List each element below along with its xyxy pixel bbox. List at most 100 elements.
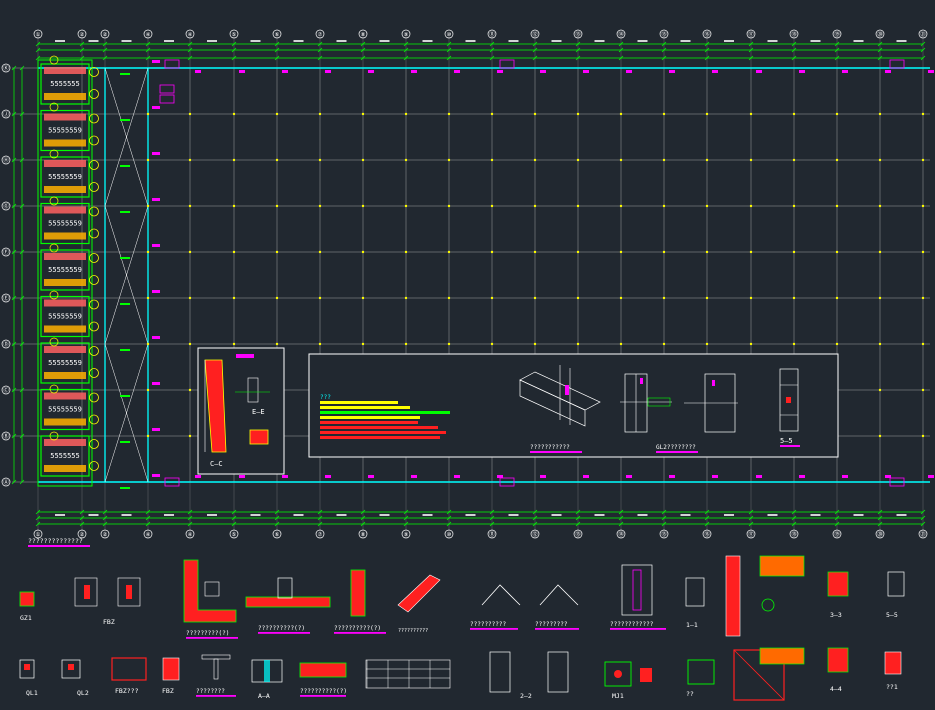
- annotation-cluster: [889, 59, 905, 69]
- stair-cell-hatch-b: [44, 232, 86, 240]
- grid-node: [275, 296, 279, 300]
- detail-label-qq: ??: [686, 690, 694, 698]
- fbz2-section: [111, 657, 147, 681]
- dimension-text-mark: [207, 514, 217, 516]
- grid-node: [404, 158, 408, 162]
- axis-bubble-top-text: ⑭: [618, 30, 624, 38]
- stair-cell-text: 55555559: [48, 406, 82, 414]
- grid-node: [146, 342, 150, 346]
- axis-bubble-top-text: ⑩: [447, 31, 452, 38]
- detail-underline: [610, 628, 666, 630]
- stair-cell-text: 55555559: [48, 313, 82, 321]
- grid-node: [921, 342, 925, 346]
- grid-node: [619, 296, 623, 300]
- annotation-mark-left: [152, 244, 160, 247]
- cad-drawing-canvas: ①①②②②②④④④④⑤⑤⑥⑥⑦⑦⑧⑧⑨⑨⑩⑩⑪⑪⑫⑫⑬⑬⑭⑭⑮⑮⑯⑯⑰⑰⑱⑱⑲⑲…: [1, 29, 934, 701]
- annotation-mark: [756, 70, 762, 73]
- beam3-flange: [201, 654, 231, 660]
- grid-node: [490, 342, 494, 346]
- stair-bubble: [89, 206, 99, 217]
- stair-bubble: [89, 135, 99, 146]
- axis-bubble-bottom-text: ⑮: [661, 530, 667, 538]
- grid-node: [361, 250, 365, 254]
- annotation-cluster: [159, 94, 175, 104]
- annotation-mark: [497, 475, 503, 478]
- stair-bubble: [89, 414, 99, 425]
- annotation-mark: [368, 70, 374, 73]
- note-line-7: [320, 431, 446, 434]
- grid-node: [835, 158, 839, 162]
- haunch-orange-b: [759, 647, 805, 665]
- annotation-mark: [411, 70, 417, 73]
- axis-bubble-bottom-text: ⑬: [575, 530, 581, 538]
- axis-bubble-top-text: ⑨: [404, 31, 409, 38]
- grid-node: [878, 434, 882, 438]
- annotation-mark: [928, 475, 934, 478]
- axis-bubble-side-text: Ⓔ: [3, 294, 9, 302]
- dimension-text-mark: [594, 514, 605, 516]
- detail-label-fbz2: FBZ???: [115, 687, 139, 695]
- stair-cell-hatch: [44, 206, 86, 214]
- annotation-cluster: [159, 84, 175, 94]
- stair-cell-hatch: [44, 67, 86, 74]
- dimension-text-mark: [680, 514, 691, 516]
- grid-node: [361, 158, 365, 162]
- dimension-text-mark: [810, 40, 821, 42]
- annotation-mark: [712, 70, 718, 73]
- grid-node: [188, 204, 192, 208]
- stair-cell-hatch: [44, 439, 86, 446]
- beam5-body: [299, 662, 347, 678]
- grid-node: [404, 112, 408, 116]
- axis-bubble-side-text: Ⓖ: [3, 202, 9, 210]
- grid-node: [361, 112, 365, 116]
- grid-node: [619, 204, 623, 208]
- stair-cell-hatch-b: [44, 279, 86, 286]
- stair-cell-text: 55555559: [48, 220, 82, 228]
- stair-cell-text: 55555559: [48, 359, 82, 367]
- detail-label-s55b: 5—5: [886, 611, 898, 619]
- grid-node: [662, 158, 666, 162]
- dimension-text-mark: [637, 514, 648, 516]
- dimension-text-mark: [250, 40, 261, 42]
- dimension-text-mark: [896, 514, 907, 516]
- dimension-text-mark: [637, 40, 648, 42]
- box-label-2: GL2????????: [656, 444, 696, 451]
- grid-node: [921, 204, 925, 208]
- dimension-text-mark: [379, 514, 390, 516]
- grid-node: [318, 296, 322, 300]
- stair-bubble: [89, 299, 99, 310]
- annotation-mark: [454, 70, 460, 73]
- annotation-mark-left: [152, 336, 160, 339]
- detail-label-corner: ?????????(?): [186, 630, 229, 637]
- stair-bubble: [89, 228, 99, 239]
- stair-bubble-left: [49, 337, 59, 347]
- stair-cell-hatch: [44, 299, 86, 307]
- axis-bubble-side-text: Ⓗ: [3, 156, 9, 164]
- detail-underline: [300, 695, 346, 697]
- axis-bubble-top-text: ⑪: [489, 30, 495, 38]
- grid-node: [447, 342, 451, 346]
- annotation-mark: [325, 475, 331, 478]
- grid-node: [318, 342, 322, 346]
- note-line-8: [320, 436, 440, 439]
- grid-node: [318, 112, 322, 116]
- node3-plate: [632, 569, 642, 611]
- stair-bubble: [89, 461, 99, 471]
- grid-node: [533, 204, 537, 208]
- axis-bubble-bottom-text: ⑭: [618, 530, 624, 538]
- grid-node: [490, 112, 494, 116]
- axis-bubble-top-text: ⑲: [834, 30, 840, 38]
- detail-label-gz1: GZ1: [20, 614, 32, 622]
- grid-node: [275, 250, 279, 254]
- stair-bubble: [89, 392, 99, 403]
- grid-node: [921, 434, 925, 438]
- axis-bubble-bottom-text: ⑦: [318, 531, 323, 538]
- annotation-dim-left: [120, 165, 130, 167]
- grid-node: [404, 250, 408, 254]
- grid-node: [490, 204, 494, 208]
- stair-bubble: [89, 253, 99, 263]
- dimension-text-mark: [422, 40, 433, 42]
- annotation-mark: [669, 475, 675, 478]
- annotation-dim-left: [120, 73, 130, 75]
- grid-node: [705, 112, 709, 116]
